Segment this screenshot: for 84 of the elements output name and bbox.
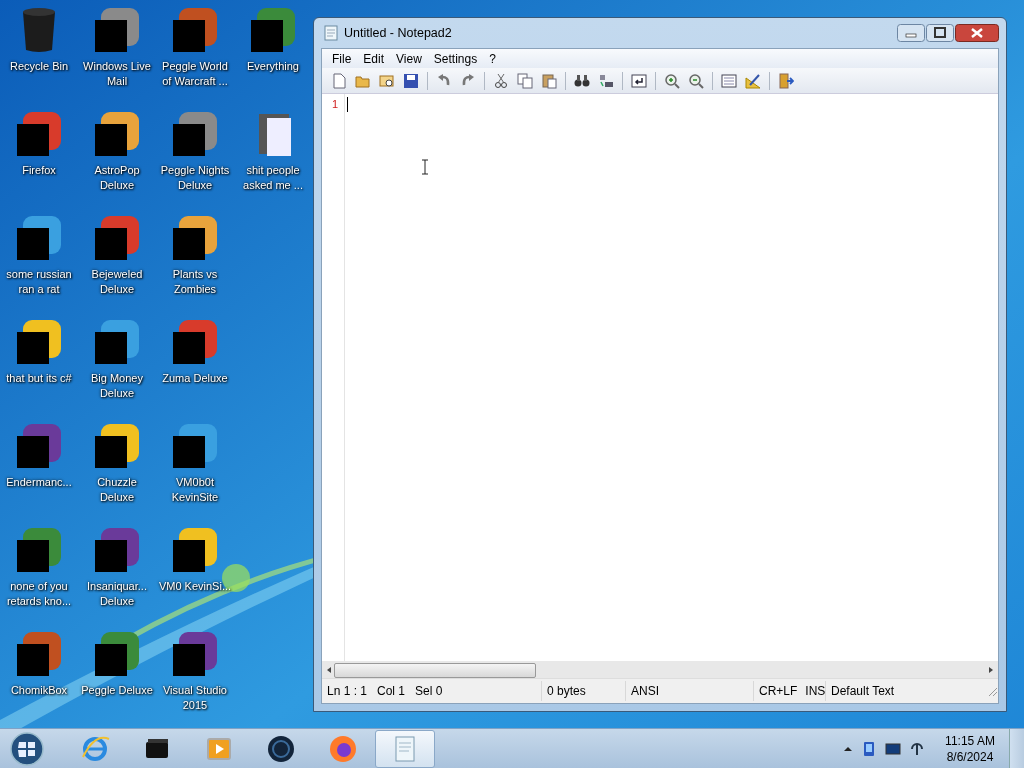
status-text: Col 1 — [377, 684, 406, 698]
paste-icon — [541, 72, 557, 89]
app-icon[interactable] — [15, 526, 63, 574]
monitor-icon[interactable] — [885, 740, 901, 757]
i-beam-cursor-icon[interactable] — [421, 159, 429, 175]
icon-label[interactable]: Endermanc... — [2, 475, 76, 490]
text-caret — [347, 97, 348, 112]
icon-label[interactable]: some russian ran a rat — [2, 267, 76, 297]
icon-label[interactable]: AstroPop Deluxe — [80, 163, 154, 193]
zoom-in-icon — [664, 72, 680, 89]
status-text: CR+LF — [759, 684, 798, 698]
binoculars-icon — [574, 72, 590, 89]
app-icon[interactable] — [171, 214, 219, 262]
line-number: 1 — [330, 97, 339, 110]
start-button[interactable] — [7, 729, 47, 768]
restore-button[interactable] — [926, 24, 954, 42]
app-icon[interactable] — [15, 214, 63, 262]
app-icon[interactable] — [93, 422, 141, 470]
customize-icon — [745, 72, 761, 89]
icon-label[interactable]: Peggle Deluxe — [80, 683, 154, 698]
status-text: 0 bytes — [547, 684, 586, 698]
icon-label[interactable]: Chuzzle Deluxe — [80, 475, 154, 505]
horizontal-scrollbar[interactable] — [322, 661, 998, 678]
menu-item[interactable]: Edit — [357, 51, 391, 66]
app-icon[interactable] — [171, 630, 219, 678]
resize-grip-icon[interactable] — [986, 685, 998, 697]
cut-icon — [493, 72, 509, 89]
clock-date: 8/6/2024 — [945, 748, 995, 765]
close-button[interactable] — [955, 24, 999, 42]
app-icon[interactable] — [171, 422, 219, 470]
save-icon — [403, 72, 419, 89]
copy-icon — [517, 72, 533, 89]
app-icon[interactable] — [171, 318, 219, 366]
status-text: ANSI — [631, 684, 659, 698]
word-wrap-icon — [631, 72, 647, 89]
schemes-icon — [721, 72, 737, 89]
menu-item[interactable]: File — [326, 51, 358, 66]
icon-label[interactable]: shit people asked me ... — [236, 163, 310, 193]
icon-label[interactable]: Bejeweled Deluxe — [80, 267, 154, 297]
icon-label[interactable]: none of you retards kno... — [2, 579, 76, 609]
icon-label[interactable]: VM0b0t KevinSite — [158, 475, 232, 505]
exit-door-icon — [778, 72, 794, 89]
status-text: Ln 1 : 1 — [327, 684, 368, 698]
app-icon[interactable] — [15, 422, 63, 470]
new-file-icon — [331, 72, 347, 89]
icon-label[interactable]: VM0 KevinSi... — [158, 579, 232, 594]
app-icon[interactable] — [93, 110, 141, 158]
browse-icon — [379, 72, 395, 89]
icon-label[interactable]: Peggle Nights Deluxe — [158, 163, 232, 193]
icon-label[interactable]: Insaniquar... Deluxe — [80, 579, 154, 609]
replace-icon — [598, 72, 614, 89]
app-icon[interactable] — [171, 526, 219, 574]
window-title: Untitled - Notepad2 — [344, 26, 453, 40]
status-text: Sel 0 — [415, 684, 443, 698]
menu-item[interactable]: View — [390, 51, 428, 66]
icon-label[interactable]: Windows Live Mail — [80, 59, 154, 89]
app-icon[interactable] — [93, 526, 141, 574]
volume-icon[interactable] — [909, 740, 925, 757]
icon-label[interactable]: Visual Studio 2015 — [158, 683, 232, 713]
icon-label[interactable]: Everything — [236, 59, 310, 74]
icon-label[interactable]: Zuma Deluxe — [158, 371, 232, 386]
device-icon[interactable] — [861, 740, 877, 757]
status-text: INS — [805, 684, 826, 698]
text-editor[interactable]: 1 — [322, 94, 998, 661]
app-icon[interactable] — [249, 6, 297, 54]
icon-label[interactable]: Peggle World of Warcraft ... — [158, 59, 232, 89]
icon-label[interactable]: Firefox — [2, 163, 76, 178]
app-icon[interactable] — [171, 110, 219, 158]
menu-item[interactable]: ? — [483, 51, 502, 66]
app-icon[interactable] — [93, 6, 141, 54]
app-icon[interactable] — [15, 630, 63, 678]
status-text: Default Text — [831, 684, 895, 698]
clock-time: 11:15 AM — [944, 732, 996, 749]
zoom-out-icon — [688, 72, 704, 89]
app-icon[interactable] — [93, 318, 141, 366]
menu-item[interactable]: Settings — [427, 51, 484, 66]
app-icon[interactable] — [15, 318, 63, 366]
icon-label[interactable]: ChomikBox — [2, 683, 76, 698]
scroll-thumb[interactable] — [334, 663, 536, 678]
app-icon[interactable] — [93, 630, 141, 678]
icon-label[interactable]: Plants vs Zombies — [158, 267, 232, 297]
icon-label[interactable]: Recycle Bin — [2, 59, 76, 74]
icon-label[interactable]: that but its c# — [2, 371, 76, 386]
icon-label[interactable]: Big Money Deluxe — [80, 371, 154, 401]
